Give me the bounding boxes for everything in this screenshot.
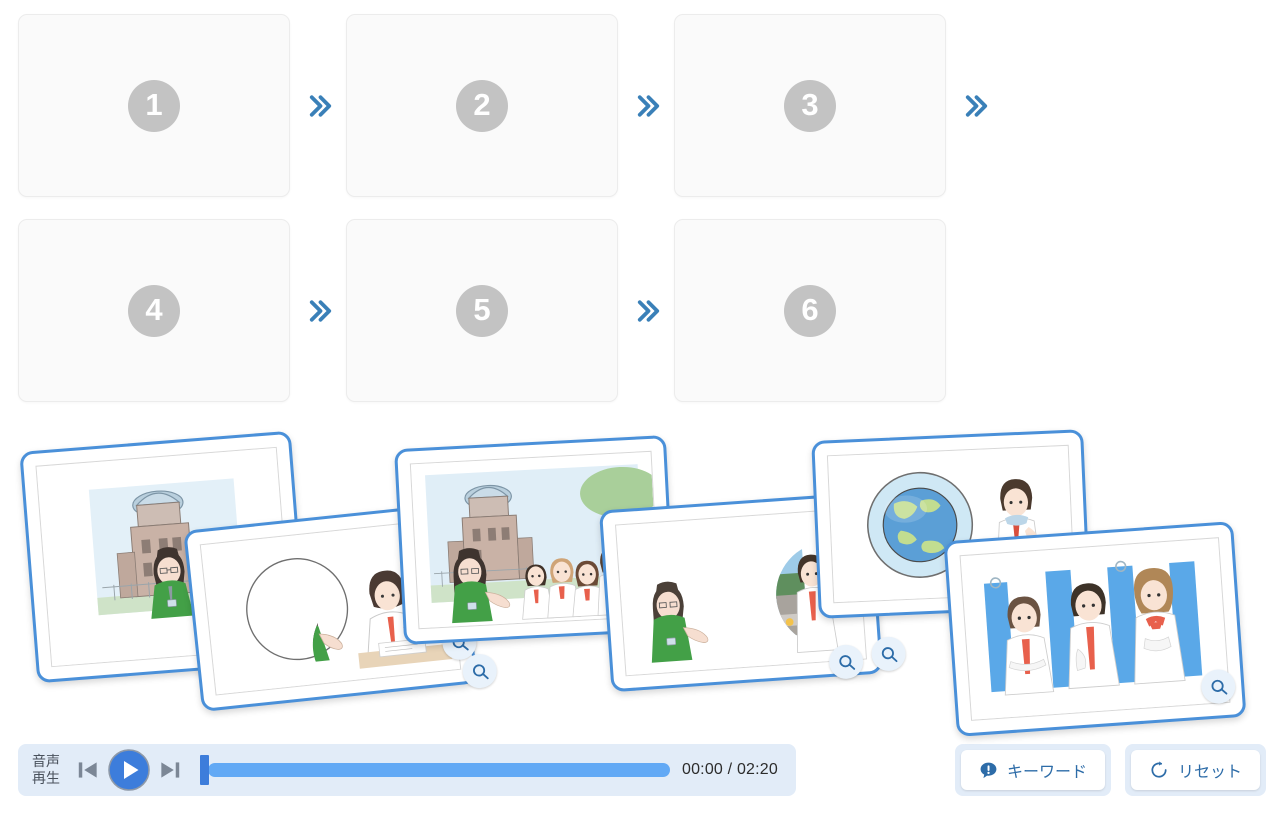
- play-icon: [108, 749, 150, 791]
- audio-seek-slider[interactable]: [200, 755, 670, 785]
- activity-page: 1 2 3 4 5 6 音声 再生 00:00 / 02:20 キーワード リセット: [0, 0, 1280, 814]
- sequence-connector: [290, 219, 346, 402]
- double-chevron-right-icon: [965, 94, 988, 117]
- card-zoom-badge[interactable]: [870, 636, 907, 672]
- previous-track-button[interactable]: [74, 755, 102, 785]
- keyword-button-wrap: キーワード: [954, 744, 1111, 796]
- card-deck: [0, 418, 1280, 738]
- deck-card-bus[interactable]: [943, 521, 1247, 737]
- card-zoom-badge[interactable]: [461, 653, 498, 689]
- sequence-connector: [290, 14, 346, 197]
- audio-label-line2: 再生: [32, 770, 60, 786]
- sequence-slot-1[interactable]: 1: [18, 14, 290, 197]
- magnifier-icon: [472, 663, 489, 679]
- double-chevron-right-icon: [309, 94, 332, 117]
- slot-number-badge: 2: [456, 79, 508, 132]
- play-button[interactable]: [106, 747, 152, 793]
- audio-player-label: 音声 再生: [32, 753, 60, 786]
- double-chevron-right-icon: [309, 299, 332, 322]
- seek-thumb[interactable]: [200, 755, 209, 785]
- refresh-circular-arrow-icon: [1149, 760, 1169, 780]
- reset-button[interactable]: リセット: [1130, 750, 1260, 790]
- magnifier-icon: [838, 654, 855, 670]
- slot-number-badge: 5: [456, 284, 508, 337]
- next-track-button[interactable]: [156, 755, 184, 785]
- sequence-slot-5[interactable]: 5: [346, 219, 618, 402]
- seek-track[interactable]: [208, 763, 670, 777]
- double-chevron-right-icon: [637, 299, 660, 322]
- card-image-frame: [959, 537, 1231, 721]
- skip-next-icon: [161, 762, 180, 778]
- keyword-button-label: キーワード: [1006, 764, 1087, 781]
- exclamation-speech-bubble-icon: [979, 761, 998, 780]
- audio-time-display: 00:00 / 02:20: [681, 761, 778, 778]
- slot-number-badge: 6: [784, 284, 836, 337]
- double-chevron-right-icon: [637, 94, 660, 117]
- reset-button-label: リセット: [1177, 764, 1242, 781]
- sequence-slot-3[interactable]: 3: [674, 14, 946, 197]
- reset-button-wrap: リセット: [1124, 744, 1266, 796]
- sequence-connector: [946, 14, 1002, 197]
- keyword-button[interactable]: キーワード: [960, 750, 1105, 790]
- slot-number-badge: 1: [128, 79, 180, 132]
- card-art-bus: [960, 538, 1230, 721]
- sequence-connector: [618, 14, 674, 197]
- sequence-slot-strip: 1 2 3 4 5 6: [18, 14, 1268, 424]
- sequence-connector: [618, 219, 674, 402]
- magnifier-icon: [881, 646, 897, 662]
- sequence-slot-2[interactable]: 2: [346, 14, 618, 197]
- slot-number-badge: 4: [128, 284, 180, 337]
- audio-label-line1: 音声: [32, 753, 60, 770]
- audio-player-bar: 音声 再生 00:00 / 02:20: [18, 744, 796, 796]
- slot-number-badge: 3: [784, 79, 836, 132]
- magnifier-icon: [1210, 679, 1227, 695]
- sequence-slot-4[interactable]: 4: [18, 219, 290, 402]
- sequence-slot-6[interactable]: 6: [674, 219, 946, 402]
- skip-previous-icon: [78, 762, 97, 778]
- action-button-group: キーワード リセット: [954, 744, 1266, 796]
